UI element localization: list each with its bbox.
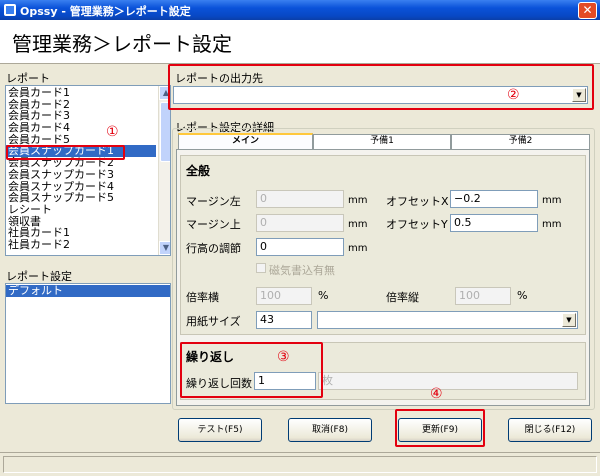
offset-x-label: オフセットX [386,195,449,208]
test-button[interactable]: テスト(F5) [178,418,262,442]
page-title: 管理業務＞レポート設定 [12,32,232,56]
title-bar: Opssy - 管理業務＞レポート設定 [0,0,600,20]
offset-y-label: オフセットY [386,218,448,231]
margin-left-label: マージン左 [186,195,241,208]
settings-listbox[interactable]: デフォルト [5,283,171,404]
callout-box-4 [395,409,485,447]
list-item[interactable]: 会員スナップカード3 [6,169,156,181]
close-button[interactable]: 閉じる(F12) [508,418,592,442]
report-list-scrollbar[interactable]: ▲ ▼ [158,86,170,255]
callout-box-1 [6,145,125,160]
margin-top-unit: mm [348,219,368,230]
status-bar [0,452,600,476]
margin-left-unit: mm [348,195,368,206]
window-title: Opssy - 管理業務＞レポート設定 [20,5,191,18]
offset-x-input[interactable]: −0.2 [450,190,538,208]
callout-3: ③ [277,349,290,365]
tab-main[interactable]: メイン [178,133,313,149]
paper-size-input[interactable]: 43 [256,311,312,329]
magnetic-checkbox[interactable] [256,263,266,273]
repeat-unit-field: 枚 [318,372,578,390]
app-icon [4,4,16,16]
scale-h-unit: % [318,289,329,302]
paper-size-label: 用紙サイズ [186,315,241,328]
margin-top-input[interactable]: 0 [256,214,344,232]
line-height-label: 行高の調節 [186,242,241,255]
chevron-down-icon[interactable]: ▼ [562,313,576,327]
magnetic-label: 磁気書込有無 [269,264,335,277]
general-title: 全般 [186,164,211,178]
margin-top-label: マージン上 [186,218,241,231]
callout-2: ② [507,87,520,103]
list-item[interactable]: 会員カード1 [6,87,156,99]
list-item[interactable]: 社員カード2 [6,239,156,251]
paper-size-select[interactable]: ▼ [317,311,578,329]
tab-spare2[interactable]: 予備2 [451,134,590,149]
line-height-unit: mm [348,243,368,254]
scale-v-unit: % [517,289,528,302]
list-item[interactable]: デフォルト [6,285,170,297]
scroll-down-icon[interactable]: ▼ [159,241,170,255]
close-icon[interactable]: ✕ [578,2,597,19]
list-item[interactable]: 会員カード4 [6,122,156,134]
page-header: 管理業務＞レポート設定 [0,20,600,64]
status-panel [3,456,597,473]
scale-v-label: 倍率縦 [386,291,419,304]
scale-h-input[interactable]: 100 [256,287,312,305]
callout-box-2 [168,64,594,110]
settings-list-label: レポート設定 [6,270,72,283]
offset-y-unit: mm [542,219,562,230]
cancel-button[interactable]: 取消(F8) [288,418,372,442]
offset-x-unit: mm [542,195,562,206]
report-listbox[interactable]: 会員カード1 会員カード2 会員カード3 会員カード4 会員カード5 会員スナップカード1… [5,85,171,256]
list-item[interactable]: レシート [6,204,156,216]
callout-box-3 [180,342,323,398]
scroll-thumb[interactable] [160,102,170,162]
line-height-input[interactable]: 0 [256,238,344,256]
scale-v-input[interactable]: 100 [455,287,511,305]
report-list-label: レポート [6,72,50,85]
callout-1: ① [106,124,119,140]
offset-y-input[interactable]: 0.5 [450,214,538,232]
tab-spare1[interactable]: 予備1 [313,134,451,149]
margin-left-input[interactable]: 0 [256,190,344,208]
scale-h-label: 倍率横 [186,291,219,304]
callout-4: ④ [430,386,443,402]
